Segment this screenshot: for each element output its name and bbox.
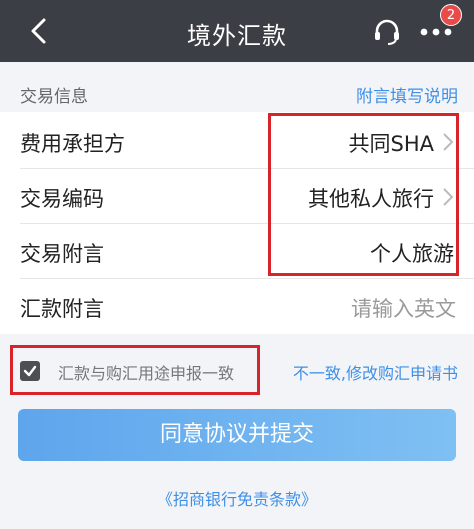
transaction-remark-row[interactable]: 交易附言 个人旅游 (0, 224, 474, 279)
consent-checkbox[interactable] (20, 361, 40, 381)
more-icon[interactable] (418, 24, 454, 40)
submit-button[interactable]: 同意协议并提交 (18, 409, 456, 461)
consent-label: 汇款与购汇用途申报一致 (58, 364, 235, 383)
transaction-code-row[interactable]: 交易编码 其他私人旅行 (0, 169, 474, 224)
transaction-code-label: 交易编码 (20, 187, 104, 211)
chevron-right-icon (443, 188, 454, 206)
disclaimer-link[interactable]: 《招商银行免责条款》 (0, 486, 474, 510)
transaction-code-value: 其他私人旅行 (308, 187, 434, 211)
chevron-right-icon (443, 133, 454, 151)
fee-bearer-value: 共同SHA (348, 132, 435, 156)
fee-bearer-label: 费用承担方 (20, 132, 125, 156)
remittance-remark-input[interactable]: 请输入英文 (351, 293, 456, 323)
notification-badge: 2 (440, 4, 462, 26)
transaction-info-list: 费用承担方 共同SHA 交易编码 其他私人旅行 交易附言 个人旅游 汇款附言 请… (0, 112, 474, 334)
section-title: 交易信息 (20, 87, 88, 107)
modify-application-link[interactable]: 不一致,修改购汇申请书 (293, 360, 458, 384)
transaction-remark-value: 个人旅游 (370, 242, 454, 266)
remark-help-link[interactable]: 附言填写说明 (356, 82, 458, 107)
top-bar: 境外汇款 2 (0, 0, 474, 62)
fee-bearer-row[interactable]: 费用承担方 共同SHA (0, 114, 474, 169)
page-title: 境外汇款 (187, 22, 287, 50)
remittance-remark-row[interactable]: 汇款附言 请输入英文 (0, 279, 474, 334)
remittance-remark-label: 汇款附言 (20, 297, 104, 321)
transaction-remark-label: 交易附言 (20, 242, 104, 266)
checkmark-icon (23, 365, 37, 377)
headset-icon[interactable] (372, 17, 402, 47)
